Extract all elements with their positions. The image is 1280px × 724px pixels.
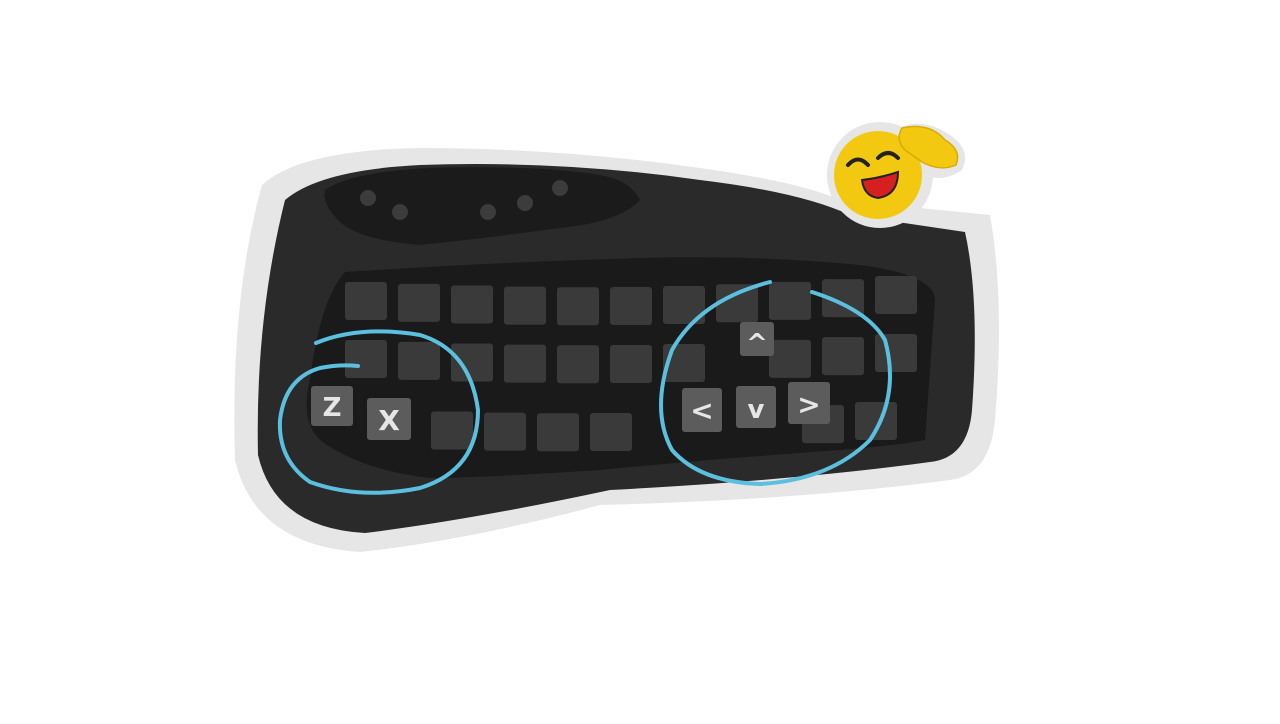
keyboard-key[interactable] — [855, 402, 897, 440]
keyboard-key[interactable] — [504, 286, 546, 325]
arrow-left-label: < — [690, 394, 713, 427]
keyboard-key[interactable] — [504, 344, 546, 383]
media-button[interactable] — [552, 180, 568, 196]
x-key-label: X — [378, 404, 400, 437]
keyboard-key[interactable] — [610, 345, 652, 383]
arrow-right-label: > — [797, 388, 820, 421]
keyboard-key[interactable] — [557, 345, 599, 384]
keyboard-key[interactable] — [398, 283, 440, 322]
keyboard-key[interactable] — [590, 413, 632, 451]
media-button[interactable] — [392, 204, 408, 220]
z-key[interactable]: Z — [311, 386, 353, 426]
keyboard-controls-illustration: Z X ^ < v > — [0, 0, 1280, 720]
keyboard-key[interactable] — [875, 276, 917, 314]
keyboard-key[interactable] — [769, 339, 811, 378]
arrow-up-label: ^ — [746, 329, 768, 359]
media-button[interactable] — [480, 204, 496, 220]
keyboard-key[interactable] — [484, 412, 526, 451]
x-key[interactable]: X — [367, 398, 411, 440]
keyboard-key[interactable] — [875, 334, 917, 372]
keyboard-key[interactable] — [345, 282, 387, 320]
z-key-label: Z — [323, 393, 342, 423]
arrow-down-label: v — [748, 395, 765, 425]
keyboard-sticker-artwork: Z X ^ < v > — [234, 122, 999, 552]
keyboard-key[interactable] — [398, 341, 440, 380]
keyboard-key[interactable] — [431, 411, 473, 450]
keyboard-key[interactable] — [822, 337, 864, 376]
keyboard-key[interactable] — [716, 284, 758, 323]
keyboard-key[interactable] — [769, 281, 811, 320]
keyboard-key[interactable] — [451, 343, 493, 382]
arrow-right-key[interactable]: > — [788, 382, 830, 424]
keyboard-key[interactable] — [610, 287, 652, 325]
arrow-left-key[interactable]: < — [682, 388, 722, 432]
keyboard-key[interactable] — [345, 340, 387, 378]
keyboard-key[interactable] — [451, 285, 493, 324]
arrow-down-key[interactable]: v — [736, 386, 776, 428]
media-button[interactable] — [360, 190, 376, 206]
keyboard-key[interactable] — [537, 413, 579, 452]
keyboard-key[interactable] — [557, 287, 599, 326]
arrow-up-key[interactable]: ^ — [740, 322, 774, 359]
media-button[interactable] — [517, 195, 533, 211]
